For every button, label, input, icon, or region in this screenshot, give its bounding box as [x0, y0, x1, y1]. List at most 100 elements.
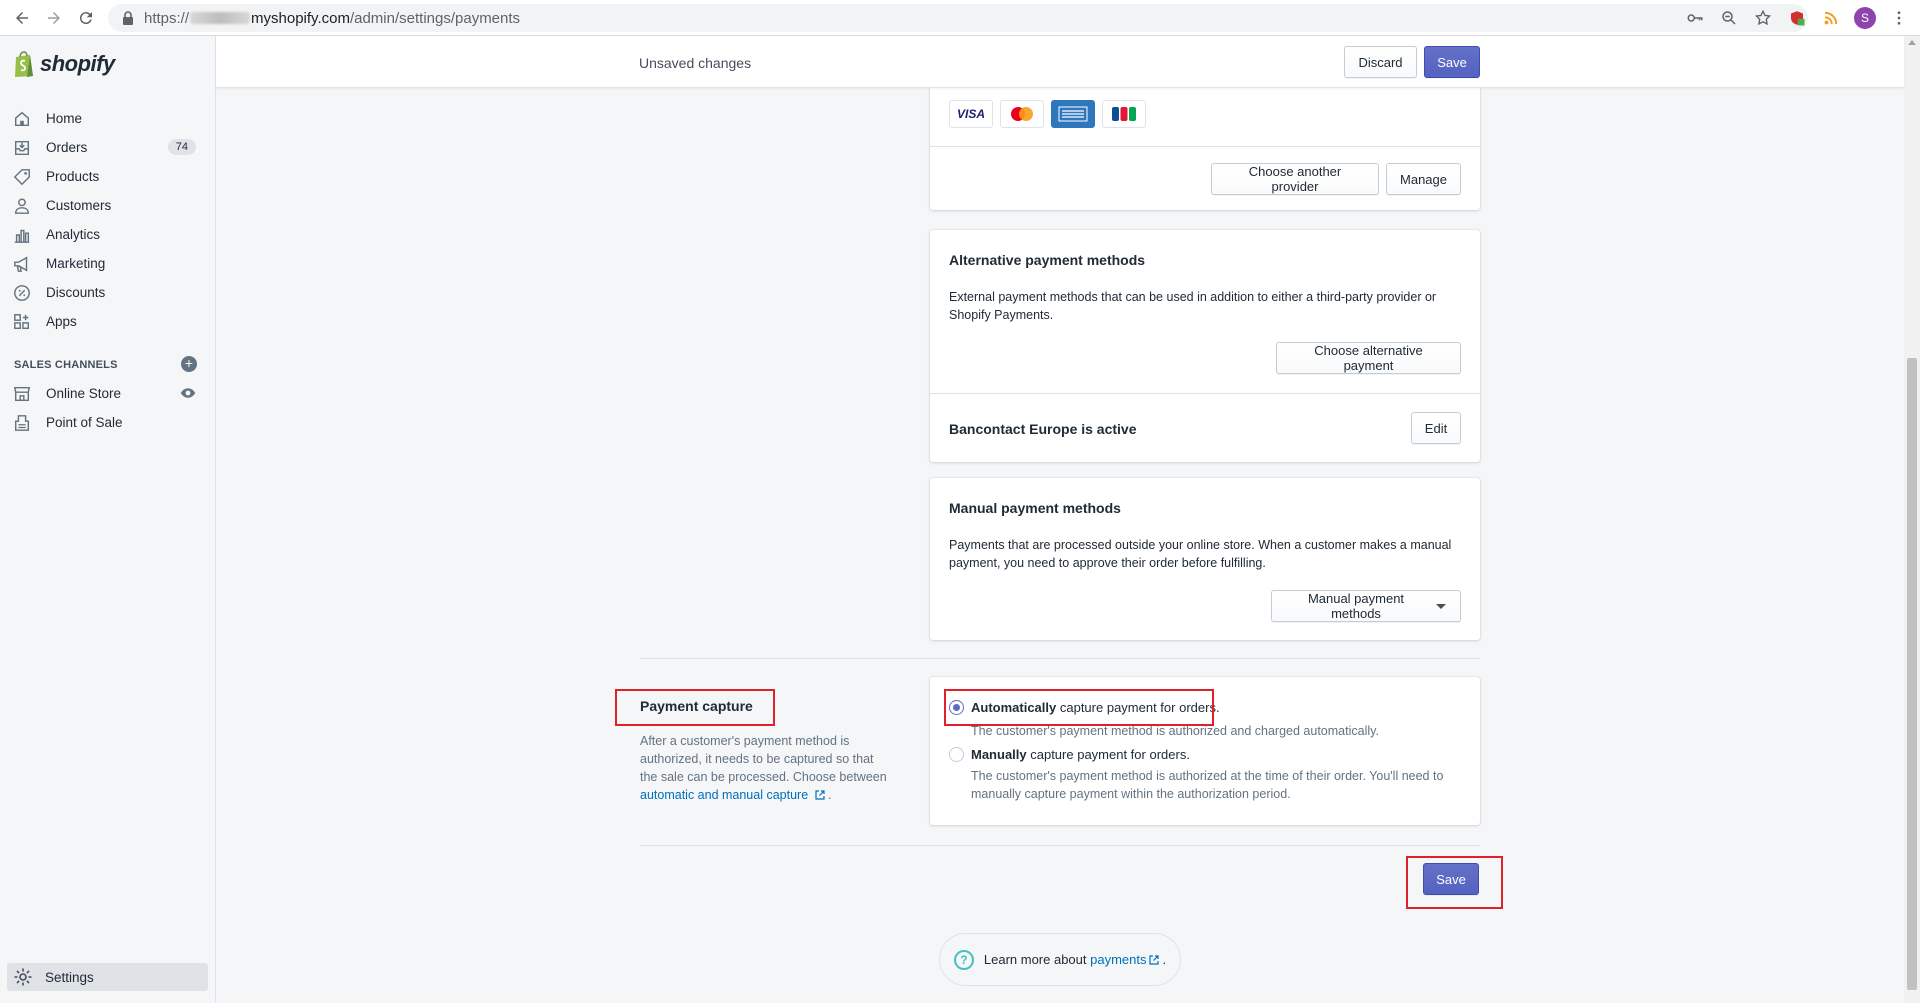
sidebar-item-label: Discounts [46, 285, 106, 300]
sidebar-item-home[interactable]: Home [0, 104, 216, 133]
sidebar-item-orders[interactable]: Orders 74 [0, 133, 216, 162]
sidebar-item-customers[interactable]: Customers [0, 191, 216, 220]
pos-icon [12, 413, 32, 433]
payments-link[interactable]: payments [1090, 952, 1146, 967]
sales-channels-heading: SALES CHANNELS [14, 359, 118, 371]
jcb-icon [1102, 100, 1146, 128]
browser-toolbar: https:// myshopify.com /admin/settings/p… [0, 0, 1920, 36]
sidebar-item-label: Home [46, 111, 83, 126]
manage-button[interactable]: Manage [1386, 163, 1461, 195]
sidebar-item-label: Marketing [46, 256, 106, 271]
manual-payment-card: Manual payment methods Payments that are… [930, 478, 1480, 640]
key-icon[interactable] [1680, 3, 1710, 33]
highlight-automatic-capture [944, 689, 1214, 726]
url-host: myshopify.com [251, 9, 350, 27]
sidebar-item-point-of-sale[interactable]: Point of Sale [0, 408, 216, 437]
zoom-icon[interactable] [1714, 3, 1744, 33]
megaphone-icon [12, 254, 32, 274]
extension-shield-icon[interactable] [1782, 3, 1812, 33]
sidebar-item-products[interactable]: Products [0, 162, 216, 191]
back-button[interactable] [6, 2, 38, 34]
learn-more-payments: ? Learn more about payments . [939, 933, 1181, 986]
url-path: /admin/settings/payments [349, 9, 521, 27]
arrow-right-icon [48, 12, 60, 24]
sidebar-item-settings[interactable]: Settings [7, 963, 208, 991]
arrow-left-icon [16, 12, 28, 24]
scroll-thumb[interactable] [1907, 358, 1917, 990]
edit-button[interactable]: Edit [1411, 412, 1461, 444]
learn-suffix: . [1162, 952, 1167, 967]
manual-strong: Manually [971, 747, 1027, 762]
automatic-manual-capture-link[interactable]: automatic and manual capture [640, 788, 808, 802]
contextual-save-bar: Unsaved changes Discard Save [216, 36, 1904, 88]
choose-another-provider-button[interactable]: Choose another provider [1211, 163, 1379, 195]
scroll-up-arrow[interactable] [1908, 40, 1916, 45]
star-icon[interactable] [1748, 3, 1778, 33]
forward-button[interactable] [38, 2, 70, 34]
visa-icon: VISA [949, 100, 993, 128]
sidebar-item-label: Apps [46, 314, 77, 329]
alternative-payment-card: Alternative payment methods External pay… [930, 230, 1480, 462]
orders-count-badge: 74 [167, 139, 196, 155]
external-link-icon [815, 790, 825, 800]
shopify-logo[interactable]: shopify [12, 50, 115, 78]
manual-capture-radio[interactable] [949, 747, 964, 762]
amex-icon [1051, 100, 1095, 128]
plus-icon: + [184, 355, 194, 371]
rss-icon[interactable] [1816, 3, 1846, 33]
choose-alternative-payment-button[interactable]: Choose alternative payment [1276, 342, 1461, 374]
apps-icon [12, 312, 32, 332]
manual-payment-methods-dropdown[interactable]: Manual payment methods [1271, 590, 1461, 622]
orders-icon [12, 138, 32, 158]
bancontact-active-title: Bancontact Europe is active [949, 421, 1137, 437]
learn-prefix: Learn more about [983, 952, 1091, 967]
sidebar-item-label: Products [46, 169, 100, 184]
sidebar-item-label: Customers [46, 198, 112, 213]
manual-rest: capture payment for orders. [1026, 747, 1190, 762]
profile-initial: S [1854, 7, 1876, 29]
discount-icon [12, 283, 32, 303]
manual-capture-help: The customer's payment method is authori… [971, 769, 1444, 801]
sidebar-item-label: Settings [45, 969, 94, 985]
add-sales-channel-button[interactable]: + [181, 356, 197, 372]
manual-capture-label[interactable]: Manually capture payment for orders. [971, 747, 1190, 762]
save-button-top[interactable]: Save [1424, 46, 1480, 78]
vertical-scrollbar[interactable] [1904, 36, 1920, 1003]
alternative-payment-title: Alternative payment methods [949, 252, 1146, 268]
person-icon [12, 196, 32, 216]
discard-button[interactable]: Discard [1344, 46, 1417, 78]
capture-description-text: After a customer's payment method is aut… [640, 734, 887, 784]
sidebar-item-online-store[interactable]: Online Store [0, 379, 216, 408]
tag-icon [12, 167, 32, 187]
provider-actions-section: Choose another provider Manage [930, 146, 1480, 210]
eye-icon[interactable] [180, 385, 196, 401]
section-divider [640, 658, 1480, 659]
shopify-bag-icon [15, 51, 33, 77]
sidebar-item-label: Point of Sale [46, 415, 123, 430]
external-link-icon [1149, 954, 1160, 965]
highlight-payment-capture-title [615, 689, 775, 726]
profile-avatar[interactable]: S [1850, 3, 1880, 33]
sidebar-item-label: Online Store [46, 386, 122, 401]
main-nav: Home Orders 74 Products Customers Analyt… [0, 104, 216, 336]
question-circle-icon: ? [953, 949, 974, 970]
sidebar-item-apps[interactable]: Apps [0, 307, 216, 336]
more-menu-icon[interactable] [1884, 3, 1914, 33]
home-icon [12, 109, 32, 129]
reload-button[interactable] [70, 2, 102, 34]
sales-channels-nav: Online Store Point of Sale [0, 379, 216, 437]
visa-label: VISA [956, 107, 985, 121]
address-bar[interactable]: https:// myshopify.com /admin/settings/p… [108, 4, 1808, 32]
brand-name: shopify [40, 51, 115, 76]
mastercard-icon [1000, 100, 1044, 128]
url-redacted [190, 12, 251, 24]
caret-down-icon [1436, 603, 1446, 609]
manual-payment-title: Manual payment methods [949, 500, 1121, 516]
section-divider-bottom [640, 845, 1480, 846]
payment-capture-description: After a customer's payment method is aut… [640, 732, 890, 804]
sidebar-item-marketing[interactable]: Marketing [0, 249, 216, 278]
reload-icon [79, 12, 92, 25]
sidebar-item-discounts[interactable]: Discounts [0, 278, 216, 307]
sidebar-item-analytics[interactable]: Analytics [0, 220, 216, 249]
sidebar: shopify Home Orders 74 Products Customer… [0, 36, 216, 1003]
